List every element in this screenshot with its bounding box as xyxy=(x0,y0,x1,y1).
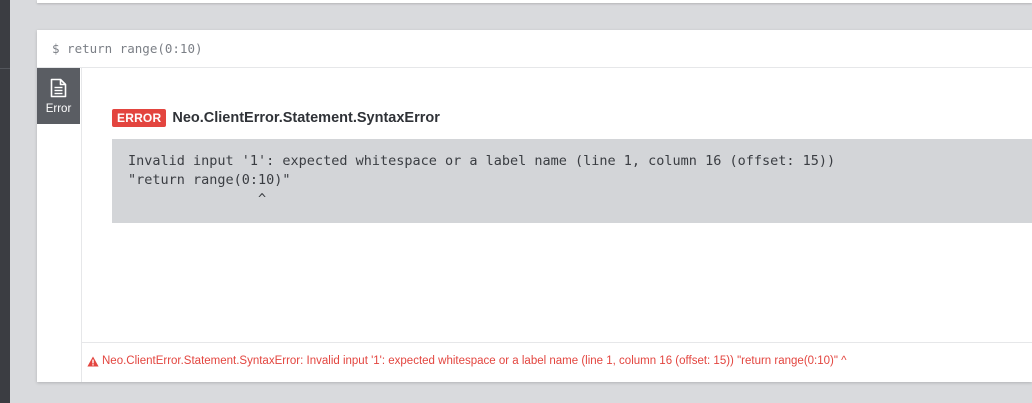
error-message-box: Invalid input '1': expected whitespace o… xyxy=(112,139,1032,223)
frame-header[interactable]: $ return range(0:10) xyxy=(37,30,1032,68)
status-error-text: Neo.ClientError.Statement.SyntaxError: I… xyxy=(102,355,847,367)
error-heading: ERROR Neo.ClientError.Statement.SyntaxEr… xyxy=(112,108,440,128)
side-rail-divider xyxy=(81,68,82,382)
frame-status-bar: Neo.ClientError.Statement.SyntaxError: I… xyxy=(82,342,1032,382)
error-view-tab[interactable]: Error xyxy=(37,68,80,124)
error-code-title: Neo.ClientError.Statement.SyntaxError xyxy=(172,110,440,126)
error-tab-label: Error xyxy=(45,103,72,115)
warning-triangle-icon xyxy=(87,356,99,366)
document-icon xyxy=(50,78,67,98)
app-sidebar-edge xyxy=(0,0,10,403)
sidebar-divider xyxy=(0,68,10,69)
error-badge: ERROR xyxy=(112,109,167,127)
status-message-row: Neo.ClientError.Statement.SyntaxError: I… xyxy=(87,355,847,367)
result-frame: $ return range(0:10) Error ERROR Neo.Cli… xyxy=(37,30,1032,382)
previous-result-frame xyxy=(37,0,1032,3)
frame-command[interactable]: $ return range(0:10) xyxy=(52,41,203,56)
